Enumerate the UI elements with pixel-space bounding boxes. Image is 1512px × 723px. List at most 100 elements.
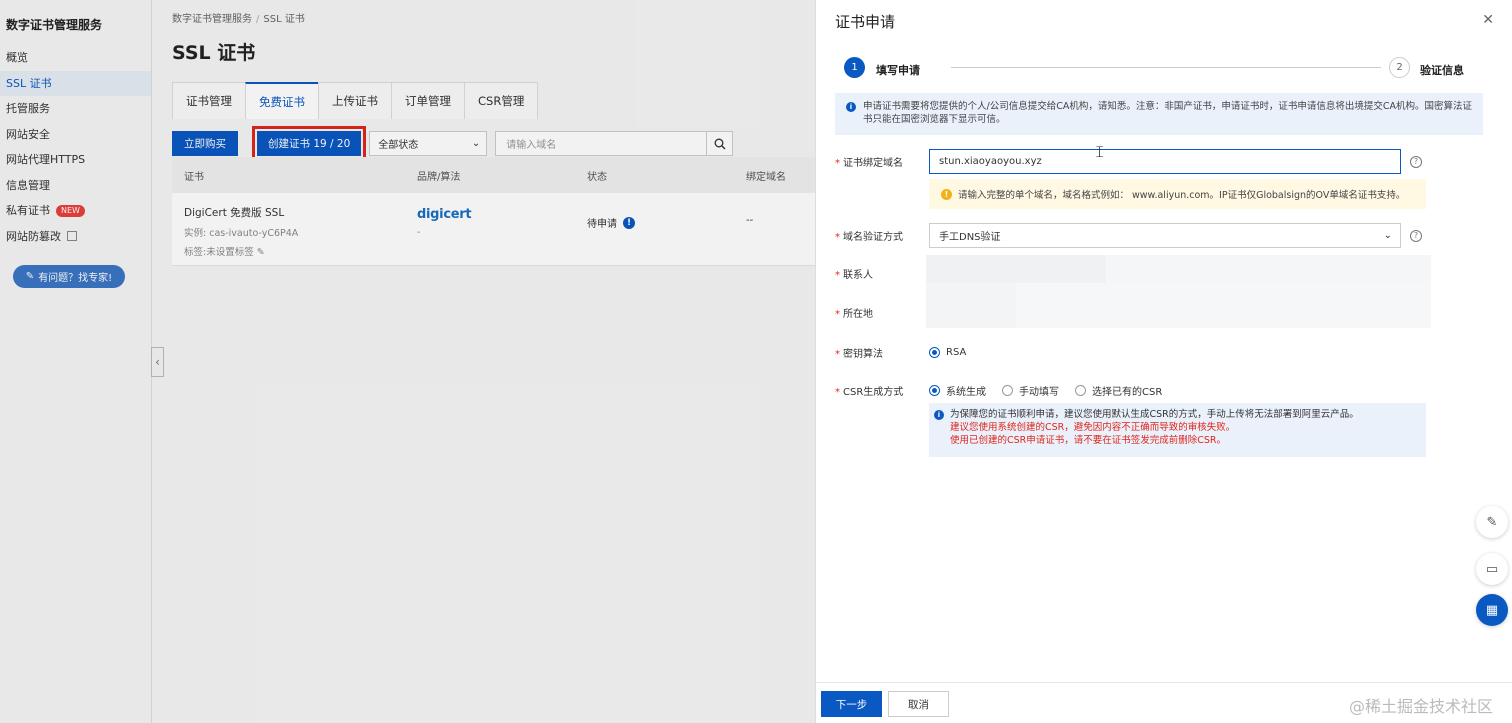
step-1-circle: 1 <box>844 57 865 78</box>
cancel-button[interactable]: 取消 <box>888 691 949 717</box>
csr-row: * CSR生成方式 系统生成 手动填写 选择已有的CSR <box>835 383 1162 398</box>
status-cell: 待申请 ! <box>587 193 746 230</box>
notice-text: 申请证书需要将您提供的个人/公司信息提交给CA机构，请知悉。注意：非国产证书，申… <box>863 101 1472 125</box>
algo-label: * 密钥算法 <box>835 349 883 360</box>
radio-manual-input[interactable]: 手动填写 <box>1002 383 1059 398</box>
breadcrumb-item[interactable]: 数字证书管理服务 <box>172 14 252 25</box>
buy-now-button[interactable]: 立即购买 <box>172 131 238 156</box>
location-row: * 所在地 <box>835 305 929 320</box>
radio-existing-csr[interactable]: 选择已有的CSR <box>1075 383 1162 398</box>
redacted-contact <box>926 255 1106 283</box>
sidebar-item-label: 网站代理HTTPS <box>6 153 86 166</box>
radio-rsa[interactable]: RSA <box>929 347 966 358</box>
sidebar-item-proxy-https[interactable]: 网站代理HTTPS <box>0 147 151 173</box>
csr-note-text: 为保障您的证书顺利申请，建议您使用默认生成CSR的方式，手动上传将无法部署到阿里… <box>950 409 1359 420</box>
help-icon[interactable]: ? <box>1410 155 1422 168</box>
help-button-label: 有问题？找专家! <box>38 273 113 284</box>
edit-float-button[interactable]: ✎ <box>1476 506 1508 538</box>
sidebar-item-label: 网站防篡改 <box>6 229 61 243</box>
sidebar: 数字证书管理服务 概览 SSL 证书 托管服务 网站安全 网站代理HTTPS 信… <box>0 0 152 723</box>
verify-method-select[interactable]: 手工DNS验证 ⌄ <box>929 223 1401 248</box>
csr-note: i 为保障您的证书顺利申请，建议您使用默认生成CSR的方式，手动上传将无法部署到… <box>929 403 1426 457</box>
sidebar-item-site-security[interactable]: 网站安全 <box>0 122 151 148</box>
cert-apply-drawer: 证书申请 ✕ 1 填写申请 2 验证信息 i 申请证书需要将您提供的个人/公司信… <box>815 0 1512 723</box>
edit-icon[interactable]: ✎ <box>257 247 265 258</box>
redacted-contact <box>1106 255 1431 283</box>
digicert-logo: digicert <box>417 207 472 222</box>
csr-warning-text: 建议您使用系统创建的CSR，避免因内容不正确而导致的审核失败。 <box>950 422 1236 433</box>
verify-method-value: 手工DNS验证 <box>939 232 1001 243</box>
status-select-value: 全部状态 <box>378 140 419 151</box>
sidebar-item-private-cert[interactable]: 私有证书 NEW <box>0 198 151 224</box>
contact-label: * 联系人 <box>835 270 873 281</box>
domain-label: * 证书绑定域名 <box>835 158 903 169</box>
app-title: 数字证书管理服务 <box>6 18 103 32</box>
help-icon[interactable]: ? <box>1410 229 1422 242</box>
csr-warning-text: 使用已创建的CSR申请证书，请不要在证书签发完成前删除CSR。 <box>950 435 1227 446</box>
exclamation-icon[interactable]: ! <box>623 216 635 229</box>
expert-help-button[interactable]: ✎ 有问题？找专家! <box>13 265 125 288</box>
radio-unselected <box>1002 385 1013 396</box>
tab-order-manage[interactable]: 订单管理 <box>391 82 465 119</box>
search-button[interactable] <box>707 131 734 156</box>
tab-bar: 证书管理 免费证书 上传证书 订单管理 CSR管理 <box>172 82 539 119</box>
sidebar-item-anti-tamper[interactable]: 网站防篡改 <box>0 224 151 250</box>
grid-icon: ▦ <box>1485 602 1499 618</box>
algo-value: - <box>417 227 421 238</box>
sidebar-item-label: 私有证书 <box>6 204 50 217</box>
radio-label: 选择已有的CSR <box>1092 387 1163 398</box>
radio-system-generate[interactable]: 系统生成 <box>929 383 986 398</box>
tab-csr-manage[interactable]: CSR管理 <box>464 82 539 119</box>
contact-row: * 联系人 <box>835 266 929 281</box>
chevron-down-icon: ⌄ <box>1383 230 1392 241</box>
watermark: @稀土掘金技术社区 <box>1348 697 1493 716</box>
info-notice: i 申请证书需要将您提供的个人/公司信息提交给CA机构，请知悉。注意：非国产证书… <box>835 93 1483 135</box>
table-row[interactable]: DigiCert 免费版 SSL 实例: cas-ivauto-yC6P4A 标… <box>172 193 815 266</box>
search-icon <box>714 138 726 149</box>
radio-label: RSA <box>946 347 967 358</box>
sidebar-item-label: 信息管理 <box>6 178 50 192</box>
algo-label-text: 密钥算法 <box>843 349 883 360</box>
feedback-float-button[interactable]: ▭ <box>1476 553 1508 585</box>
csr-label: * CSR生成方式 <box>835 387 904 398</box>
page-title: SSL 证书 <box>172 42 256 64</box>
bound-domain: -- <box>746 215 754 226</box>
create-cert-button[interactable]: 创建证书 19 / 20 <box>257 131 362 156</box>
apps-float-button[interactable]: ▦ <box>1476 594 1508 626</box>
step-1-label: 填写申请 <box>876 64 920 77</box>
breadcrumb: 数字证书管理服务 / SSL 证书 <box>172 10 305 25</box>
sidebar-item-label: 网站安全 <box>6 127 50 141</box>
highlight-box: 创建证书 19 / 20 <box>252 126 367 161</box>
tab-free-cert[interactable]: 免费证书 <box>245 82 319 119</box>
tab-cert-manage[interactable]: 证书管理 <box>172 82 246 119</box>
algo-row: * 密钥算法 RSA <box>835 345 966 360</box>
algo-radio-group: RSA <box>929 347 966 358</box>
new-badge: NEW <box>56 204 85 217</box>
sidebar-item-info[interactable]: 信息管理 <box>0 173 151 199</box>
cert-tags[interactable]: 标签:未设置标签 ✎ <box>184 244 417 258</box>
close-icon[interactable]: ✕ <box>1482 12 1494 28</box>
pencil-icon: ✎ <box>1486 514 1498 530</box>
drawer-title: 证书申请 <box>835 13 896 31</box>
sidebar-item-overview[interactable]: 概览 <box>0 45 151 71</box>
sidebar-item-hosting[interactable]: 托管服务 <box>0 96 151 122</box>
tab-upload-cert[interactable]: 上传证书 <box>318 82 392 119</box>
domain-warning-text: 请输入完整的单个域名，域名格式例如： www.aliyun.com。IP证书仅G… <box>958 190 1406 201</box>
next-button[interactable]: 下一步 <box>821 691 882 717</box>
table-header: 证书 品牌/算法 状态 绑定域名 <box>172 157 815 193</box>
domain-input[interactable]: stun.xiaoyaoyou.xyz <box>929 149 1401 174</box>
domain-search-input[interactable]: 请输入域名 <box>495 131 708 156</box>
redacted-location <box>1016 283 1431 328</box>
step-connector <box>951 67 1381 68</box>
radio-selected <box>929 347 940 358</box>
status-select[interactable]: 全部状态 ⌄ <box>369 131 488 156</box>
csr-radio-group: 系统生成 手动填写 选择已有的CSR <box>929 383 1162 398</box>
verify-row: * 域名验证方式 手工DNS验证 ⌄ ? <box>835 223 1422 248</box>
info-icon: i <box>934 410 944 420</box>
sidebar-item-ssl[interactable]: SSL 证书 <box>0 70 151 96</box>
domain-warning: ! 请输入完整的单个域名，域名格式例如： www.aliyun.com。IP证书… <box>929 179 1426 209</box>
breadcrumb-item: SSL 证书 <box>263 14 305 25</box>
chevron-down-icon: ⌄ <box>471 138 481 149</box>
sidebar-collapse-handle[interactable]: ‹ <box>151 347 164 377</box>
chevron-left-icon: ‹ <box>155 355 160 369</box>
